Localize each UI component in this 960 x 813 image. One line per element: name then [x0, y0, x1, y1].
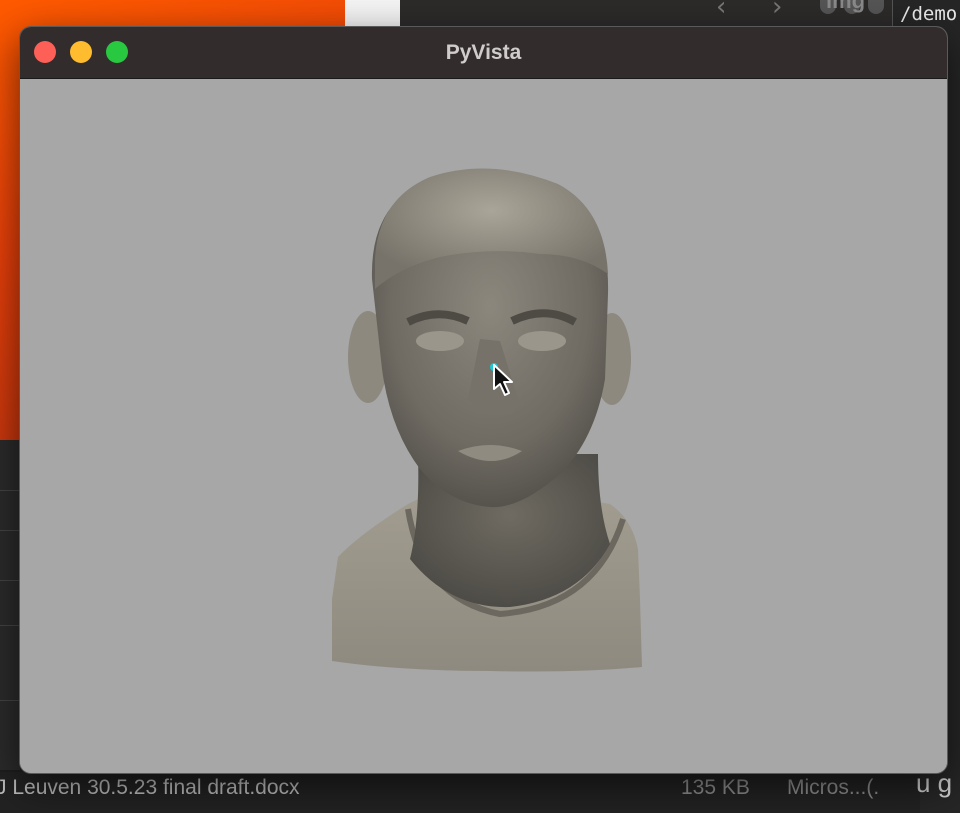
- list-divider: [0, 625, 20, 626]
- terminal-line: /demo: [900, 3, 958, 25]
- right-eye-mesh: [518, 331, 566, 351]
- list-divider: [0, 700, 20, 701]
- window-title: PyVista: [445, 41, 522, 64]
- forward-chevron-icon: ›: [772, 0, 783, 22]
- head-mesh-render[interactable]: [20, 79, 947, 773]
- pyvista-window[interactable]: PyVista: [20, 27, 947, 773]
- finder-file-size: 135 KB: [681, 776, 750, 799]
- list-divider: [0, 580, 20, 581]
- background-window-strip: [345, 0, 400, 30]
- list-divider: [0, 530, 20, 531]
- window-titlebar[interactable]: PyVista: [20, 27, 947, 79]
- list-divider: [0, 490, 20, 491]
- finder-file-kind: Micros...(.: [787, 776, 880, 799]
- render-viewport[interactable]: [20, 79, 947, 773]
- back-chevron-icon: ‹: [716, 0, 727, 22]
- left-eye-mesh: [416, 331, 464, 351]
- finder-file-name[interactable]: J Leuven 30.5.23 final draft.docx: [0, 776, 300, 800]
- finder-folder-title: img: [826, 0, 866, 13]
